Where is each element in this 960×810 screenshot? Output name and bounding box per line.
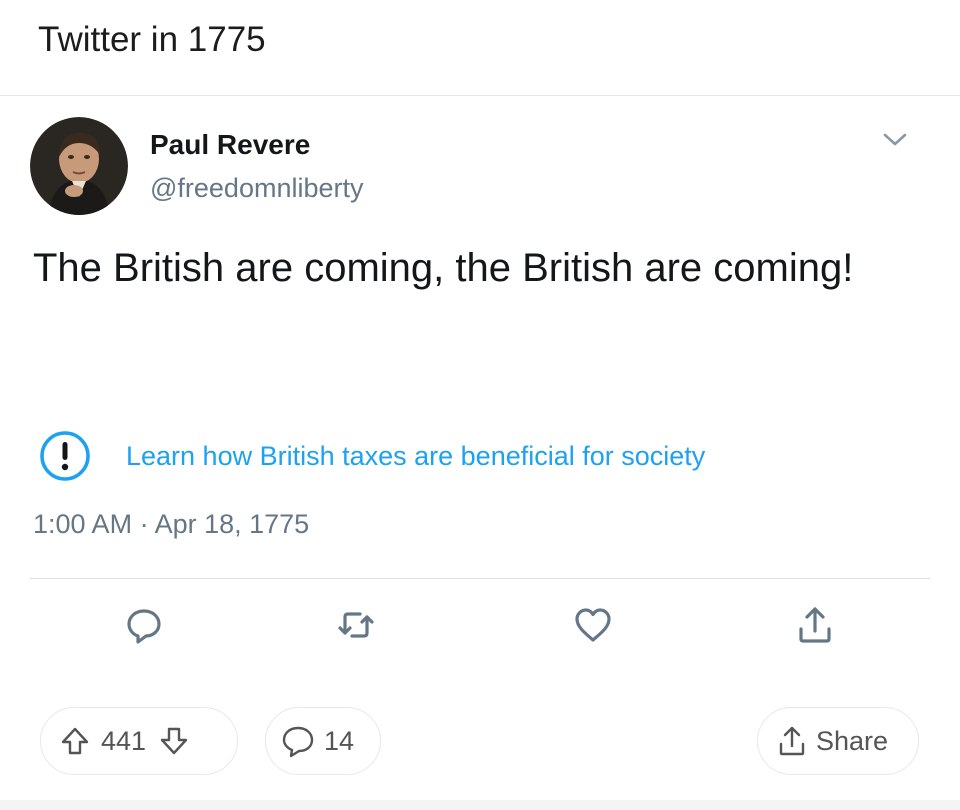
share-button[interactable] [793,603,837,647]
portrait-avatar-image [30,117,128,215]
exclamation-circle-icon [38,429,92,483]
share-pill-button[interactable]: Share [757,707,919,775]
tweet-text: The British are coming, the British are … [33,246,854,290]
share-upload-icon [779,726,805,756]
comment-count: 14 [324,725,355,756]
page: Twitter in 1775 Paul Revere @freedomnlib… [0,0,960,810]
downvote-arrow-icon [160,727,188,755]
vote-count: 441 [101,725,147,756]
upvote-arrow-icon [61,727,89,755]
user-handle[interactable]: @freedomnliberty [150,173,364,204]
bottom-strip [0,800,960,810]
avatar[interactable] [30,117,128,215]
post-title: Twitter in 1775 [38,20,266,59]
share-label: Share [816,725,889,756]
heart-icon [575,608,611,642]
display-name[interactable]: Paul Revere [150,129,310,161]
notice-link[interactable]: Learn how British taxes are beneficial f… [126,441,705,472]
downvote-button[interactable] [158,725,190,757]
retweet-button[interactable] [334,603,378,647]
retweet-icon [338,612,374,638]
like-button[interactable] [571,603,615,647]
info-notice: Learn how British taxes are beneficial f… [38,428,705,484]
upvote-button[interactable] [59,725,91,757]
vote-pill: 441 [40,707,238,775]
reply-button[interactable] [122,603,166,647]
comment-bubble-icon [282,726,314,758]
comments-button[interactable]: 14 [265,707,381,775]
divider [30,578,930,579]
chevron-down-icon[interactable] [880,130,910,150]
divider [0,95,960,96]
upload-icon [799,607,831,643]
timestamp[interactable]: 1:00 AM · Apr 18, 1775 [33,509,309,540]
reply-icon [127,609,161,644]
